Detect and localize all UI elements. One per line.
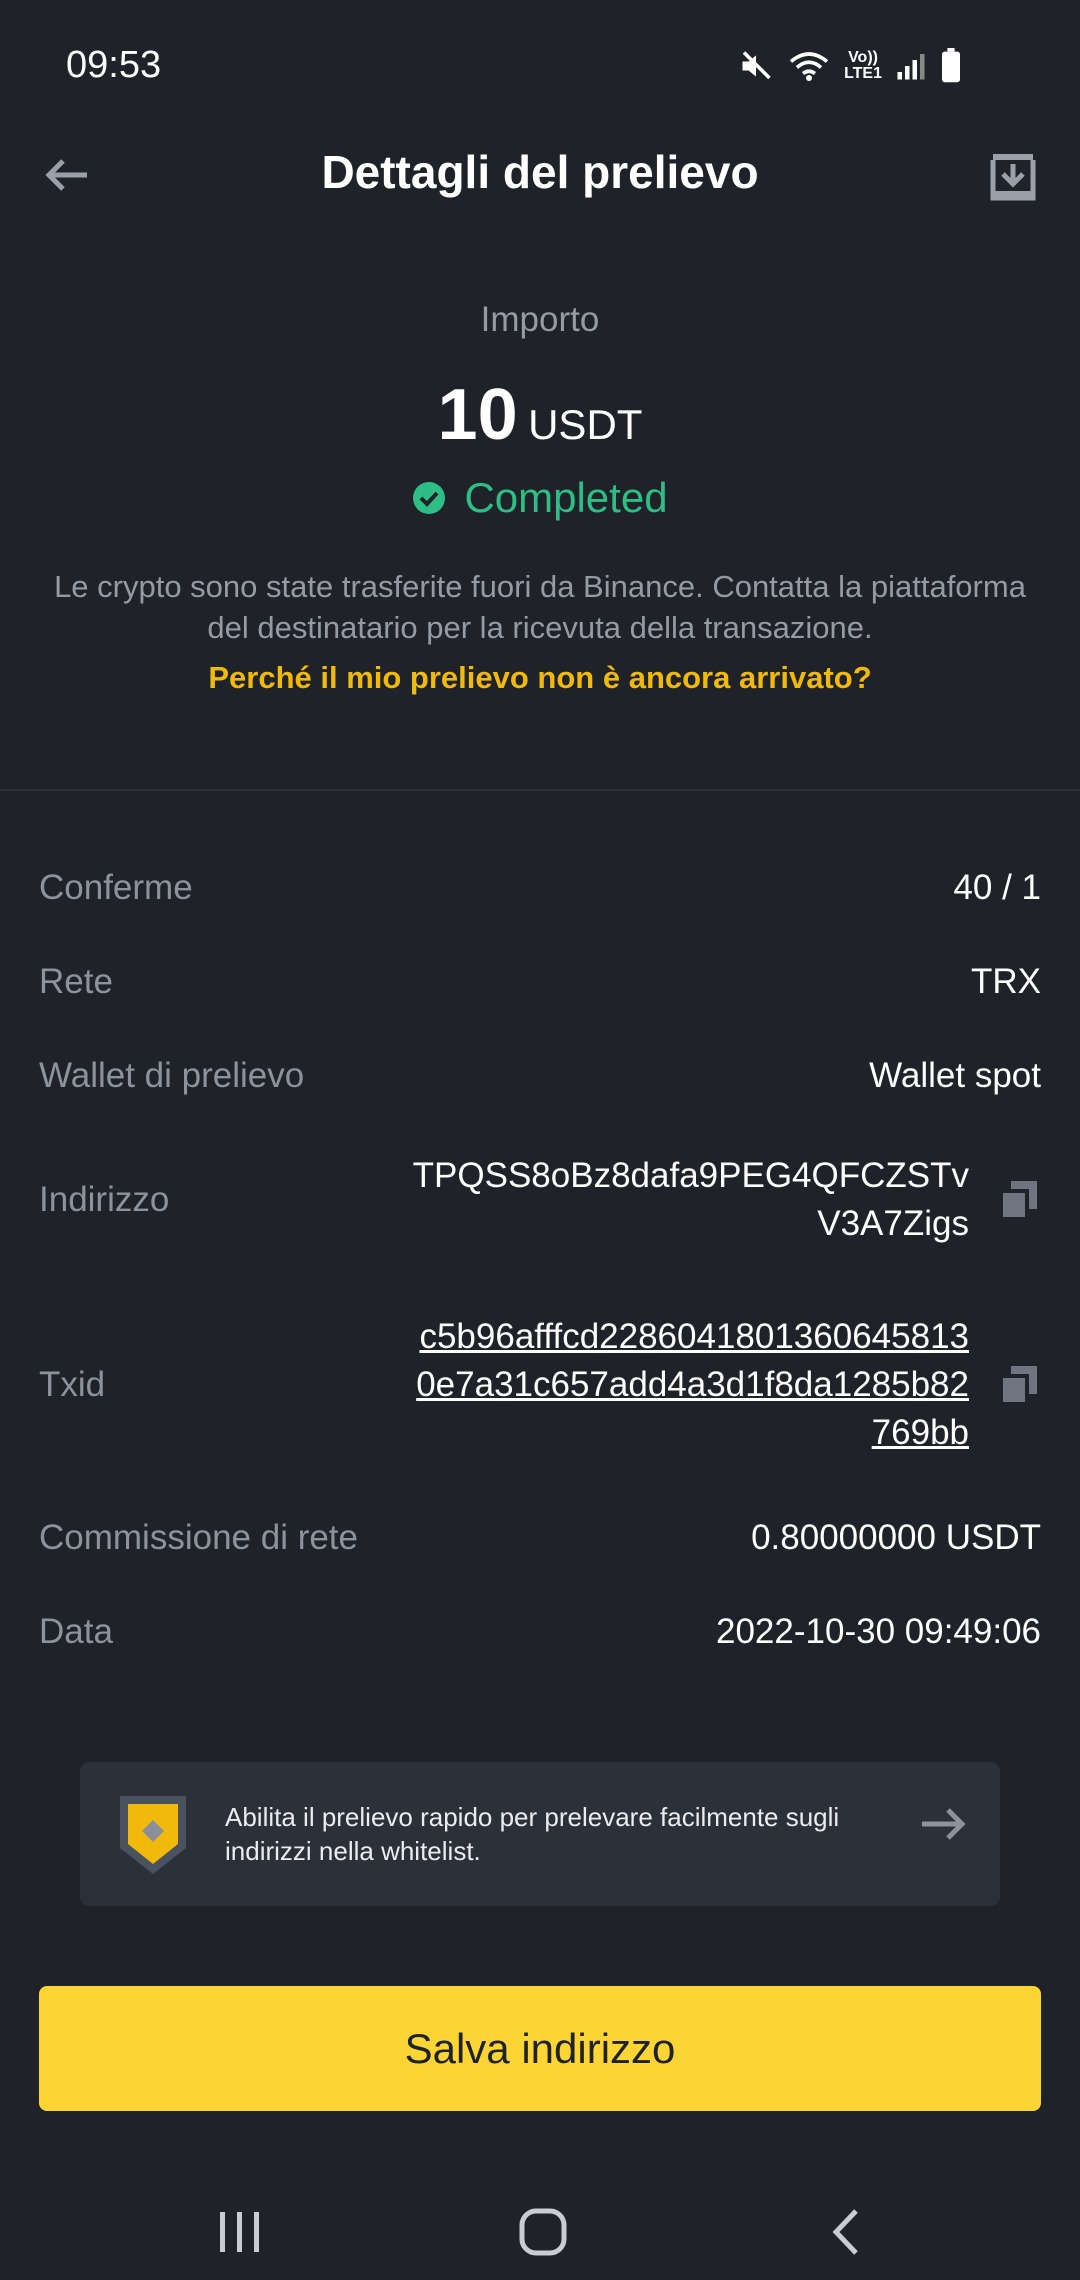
copy-icon bbox=[999, 1366, 1037, 1406]
withdrawal-summary: Importo 10 USDT Completed Le crypto sono… bbox=[0, 300, 1080, 696]
detail-label: Conferme bbox=[39, 868, 193, 907]
save-address-button[interactable]: Salva indirizzo bbox=[39, 1986, 1041, 2111]
txid-link[interactable]: c5b96afffcd22860418013606458130e7a31c657… bbox=[409, 1313, 969, 1457]
signal-icon bbox=[897, 54, 925, 80]
amount-unit: USDT bbox=[528, 401, 643, 448]
detail-label: Data bbox=[39, 1612, 113, 1651]
amount-label: Importo bbox=[480, 300, 600, 339]
wifi-icon bbox=[789, 52, 829, 81]
recents-button[interactable] bbox=[200, 2192, 280, 2272]
detail-value: 40 / 1 bbox=[953, 868, 1041, 907]
divider bbox=[0, 789, 1080, 791]
battery-icon bbox=[942, 48, 960, 83]
status-time: 09:53 bbox=[66, 44, 162, 86]
fast-withdrawal-banner[interactable]: Abilita il prelievo rapido per prelevare… bbox=[80, 1762, 1000, 1906]
shield-icon bbox=[120, 1796, 186, 1874]
detail-row-address: Indirizzo TPQSS8oBz8dafa9PEG4QFCZSTvV3A7… bbox=[39, 1152, 1041, 1248]
home-button[interactable] bbox=[503, 2192, 583, 2272]
detail-label: Wallet di prelievo bbox=[39, 1056, 305, 1095]
detail-row-txid: Txid c5b96afffcd22860418013606458130e7a3… bbox=[39, 1310, 1041, 1460]
status-bar: 09:53 Vo)) LTE1 bbox=[0, 0, 1080, 135]
lte-indicator: Vo)) LTE1 bbox=[844, 50, 882, 82]
detail-label: Indirizzo bbox=[39, 1180, 170, 1219]
address-value: TPQSS8oBz8dafa9PEG4QFCZSTvV3A7Zigs bbox=[412, 1156, 969, 1243]
amount-value: 10 bbox=[437, 375, 518, 455]
detail-row-wallet: Wallet di prelievo Wallet spot bbox=[39, 1056, 1041, 1096]
help-link[interactable]: Perché il mio prelievo non è ancora arri… bbox=[0, 660, 1080, 696]
page-title: Dettagli del prelievo bbox=[321, 146, 759, 198]
download-receipt-button[interactable] bbox=[978, 141, 1048, 211]
back-nav-icon bbox=[832, 2209, 858, 2255]
status-description: Le crypto sono state trasferite fuori da… bbox=[54, 569, 1026, 645]
amount: 10 USDT bbox=[0, 374, 1080, 456]
status-icons: Vo)) LTE1 bbox=[738, 48, 962, 84]
recents-icon bbox=[220, 2212, 259, 2252]
detail-label: Rete bbox=[39, 962, 113, 1001]
detail-value: TRX bbox=[971, 962, 1041, 1001]
detail-value: 0.80000000 USDT bbox=[751, 1518, 1041, 1557]
lte-bottom: LTE1 bbox=[844, 65, 882, 82]
detail-row-fee: Commissione di rete 0.80000000 USDT bbox=[39, 1518, 1041, 1558]
txid-value-group: c5b96afffcd22860418013606458130e7a31c657… bbox=[409, 1313, 1041, 1457]
address-value-group: TPQSS8oBz8dafa9PEG4QFCZSTvV3A7Zigs bbox=[409, 1152, 1041, 1248]
copy-txid-button[interactable] bbox=[997, 1363, 1041, 1407]
check-circle-icon bbox=[413, 482, 446, 514]
lte-top: Vo)) bbox=[848, 49, 878, 66]
copy-address-button[interactable] bbox=[997, 1178, 1041, 1222]
arrow-right-icon bbox=[922, 1808, 966, 1840]
detail-row-network: Rete TRX bbox=[39, 962, 1041, 1002]
detail-value: 2022-10-30 09:49:06 bbox=[716, 1612, 1041, 1651]
top-bar: Dettagli del prelievo bbox=[0, 135, 1080, 215]
status-text: Completed bbox=[464, 474, 668, 521]
detail-label: Txid bbox=[39, 1365, 106, 1404]
detail-row-date: Data 2022-10-30 09:49:06 bbox=[39, 1612, 1041, 1652]
copy-icon bbox=[999, 1181, 1037, 1221]
home-icon bbox=[519, 2208, 567, 2256]
mute-icon bbox=[742, 51, 771, 80]
detail-value: Wallet spot bbox=[869, 1056, 1041, 1095]
detail-row-confirmations: Conferme 40 / 1 bbox=[39, 868, 1041, 908]
system-nav-bar bbox=[0, 2180, 1080, 2280]
detail-label: Commissione di rete bbox=[39, 1518, 358, 1557]
back-nav-button[interactable] bbox=[806, 2192, 886, 2272]
banner-text: Abilita il prelievo rapido per prelevare… bbox=[225, 1802, 840, 1866]
download-icon bbox=[990, 154, 1036, 201]
status-row: Completed bbox=[0, 474, 1080, 522]
